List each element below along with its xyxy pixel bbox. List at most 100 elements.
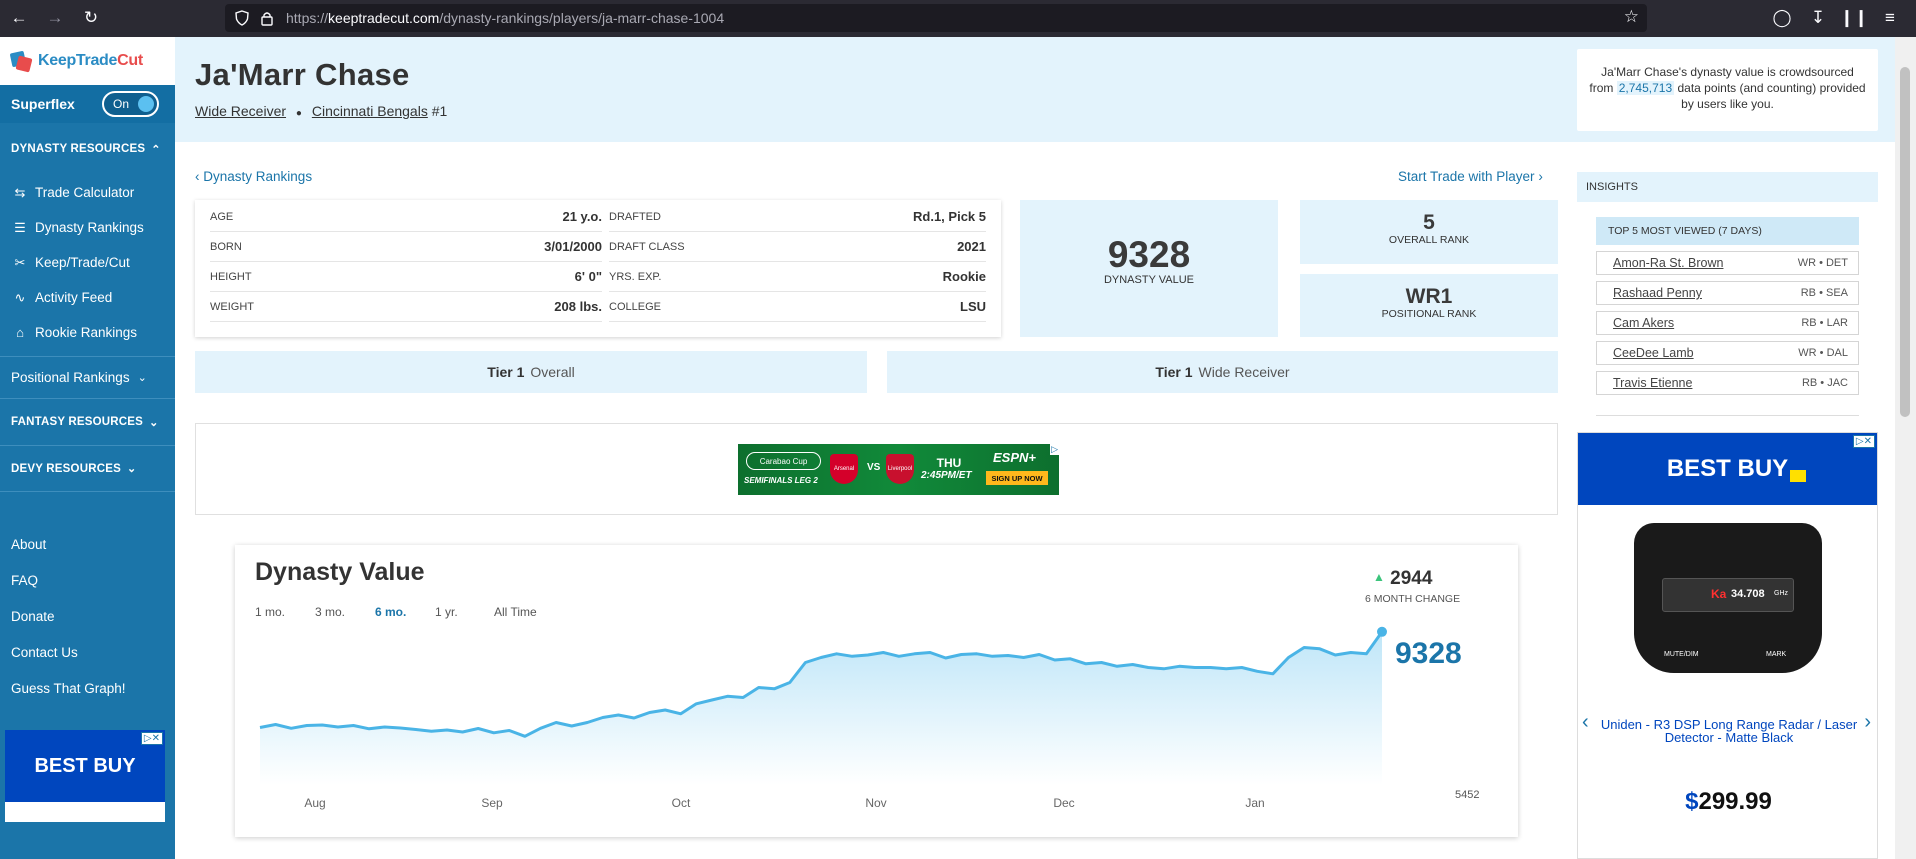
superflex-label: Superflex [11, 96, 75, 112]
info-row-born: BORN 3/01/2000 [210, 232, 602, 262]
start-trade-link[interactable]: Start Trade with Player › [1398, 169, 1543, 184]
player-info-card: AGE 21 y.o. BORN 3/01/2000 HEIGHT 6' 0" WEI… [195, 200, 1001, 337]
chevron-left-icon[interactable]: ‹ [1582, 711, 1589, 734]
url-bar[interactable]: https://keeptradecut.com/dynasty-ranking… [225, 4, 1647, 32]
positional-rankings-toggle[interactable]: Positional Rankings ⌄ [0, 357, 175, 398]
top5-item[interactable]: Cam Akers RB • LAR [1596, 311, 1859, 335]
contact-link[interactable]: Contact Us [0, 634, 175, 670]
radar-display-unit: GHz [1774, 590, 1788, 597]
sidebar-item-keep-trade-cut[interactable]: ✂ Keep/Trade/Cut [0, 245, 175, 280]
info-row-drafted: DRAFTED Rd.1, Pick 5 [609, 202, 986, 232]
player-name: Ja'Marr Chase [195, 57, 410, 92]
team-link[interactable]: Cincinnati Bengals [312, 103, 428, 119]
info-row-weight: WEIGHT 208 lbs. [210, 292, 602, 322]
position-link[interactable]: Wide Receiver [195, 103, 286, 119]
chevron-right-icon[interactable]: › [1864, 711, 1871, 734]
chevron-down-icon: ⌄ [137, 372, 147, 384]
chevron-down-icon: ⌄ [126, 463, 137, 475]
current-value-label: 9328 [1395, 637, 1462, 670]
shield-icon [235, 10, 249, 26]
ad-choices-icon[interactable]: ▷✕ [1852, 435, 1875, 448]
trade-link-label: Start Trade with Player [1398, 169, 1535, 184]
chevron-down-icon: ⌄ [149, 416, 159, 429]
pocket-icon[interactable]: ◯ [1772, 8, 1792, 28]
ad-choices-icon[interactable]: ▷✕ [140, 732, 163, 745]
dot-separator: ● [295, 108, 302, 119]
bestbuy-logo-text: BEST BUY [1666, 455, 1789, 482]
info-value: 3/01/2000 [544, 239, 602, 254]
top5-item[interactable]: Travis Etienne RB • JAC [1596, 371, 1859, 395]
value-chart[interactable]: Aug Sep Oct Nov Dec Jan [235, 545, 1518, 837]
forward-icon[interactable]: → [45, 8, 65, 28]
bestbuy-side-ad[interactable]: BEST BUY ▷✕ Ka 34.708 GHz MUTE/DIM MARK … [1577, 432, 1878, 859]
right-sidebar: INSIGHTS TOP 5 MOST VIEWED (7 DAYS) Amon… [1577, 172, 1878, 416]
ad-choices-icon[interactable]: ▷ [1050, 444, 1059, 455]
info-value: Rd.1, Pick 5 [913, 209, 986, 224]
top5-item[interactable]: Amon-Ra St. Brown WR • DET [1596, 251, 1859, 275]
top5-item[interactable]: Rashaad Penny RB • SEA [1596, 281, 1859, 305]
radar-mark-label: MARK [1766, 651, 1787, 658]
top5-player-name[interactable]: Cam Akers [1613, 316, 1674, 330]
bestbuy-banner: BEST BUY [1578, 433, 1877, 505]
reload-icon[interactable]: ↻ [81, 8, 101, 28]
section-label: FANTASY RESOURCES [11, 416, 144, 428]
top5-player-name[interactable]: Rashaad Penny [1613, 286, 1702, 300]
position-tier-label: Wide Receiver [1198, 364, 1290, 380]
superflex-toggle[interactable]: On [102, 91, 159, 117]
library-icon[interactable]: ❙❙ [1840, 8, 1869, 28]
info-label: HEIGHT [210, 270, 252, 283]
dynasty-value-label: DYNASTY VALUE [1103, 274, 1195, 286]
downloads-icon[interactable]: ↧ [1808, 8, 1828, 28]
about-link[interactable]: About [0, 526, 175, 562]
carabao-cup-ad[interactable]: Carabao Cup SEMIFINALS LEG 2 Arsenal VS … [738, 444, 1059, 495]
price-value: 299.99 [1698, 788, 1772, 815]
sidebar-item-activity-feed[interactable]: ∿ Activity Feed [0, 280, 175, 315]
price-currency: $ [1685, 788, 1699, 815]
min-value-label: 5452 [1455, 789, 1480, 801]
position-tier-box: Tier 1 Wide Receiver [887, 351, 1558, 393]
site-logo[interactable]: KeepTradeCut [0, 37, 175, 85]
current-value-point [1377, 626, 1387, 637]
ad-time: 2:45PM/ET [921, 470, 972, 481]
divider [1596, 415, 1859, 416]
top5-item[interactable]: CeeDee Lamb WR • DAL [1596, 341, 1859, 365]
back-icon[interactable]: ← [9, 8, 29, 28]
x-axis-tick-label: Sep [481, 796, 503, 810]
arrows-icon: ⇆ [14, 184, 26, 200]
ad-signup-button[interactable]: SIGN UP NOW [986, 471, 1048, 485]
donate-link[interactable]: Donate [0, 598, 175, 634]
sidebar-item-trade-calculator[interactable]: ⇆ Trade Calculator [0, 175, 175, 210]
top5-player-name[interactable]: CeeDee Lamb [1613, 346, 1694, 360]
info-row-age: AGE 21 y.o. [210, 202, 602, 232]
guess-graph-link[interactable]: Guess That Graph! [0, 670, 175, 706]
ad-price: $299.99 [1578, 788, 1879, 816]
top5-player-name[interactable]: Amon-Ra St. Brown [1613, 256, 1723, 270]
positional-rank-label: POSITIONAL RANK [1381, 308, 1477, 320]
faq-link[interactable]: FAQ [0, 562, 175, 598]
dynasty-rankings-back-link[interactable]: ‹ Dynasty Rankings [195, 169, 312, 184]
sidebar-ad[interactable]: BEST BUY ▷✕ [5, 730, 165, 822]
player-subtitle: Wide Receiver ● Cincinnati Bengals #1 [195, 103, 447, 119]
radar-display-value: 34.708 [1731, 588, 1765, 600]
page-scrollbar[interactable] [1895, 37, 1916, 859]
liverpool-crest: Liverpool [886, 454, 914, 484]
info-value: 21 y.o. [562, 209, 602, 224]
logo-text: KeepTradeCut [38, 52, 143, 69]
fantasy-resources-header[interactable]: FANTASY RESOURCES ⌄ [0, 399, 175, 445]
devy-resources-header[interactable]: DEVY RESOURCES ⌄ [0, 446, 175, 491]
sidebar-item-rookie-rankings[interactable]: ⌂ Rookie Rankings [0, 315, 175, 350]
ad-stage: SEMIFINALS LEG 2 [744, 476, 818, 485]
bookmark-star-icon[interactable]: ☆ [1624, 7, 1639, 27]
scrollbar-thumb[interactable] [1900, 67, 1910, 417]
dynasty-value-number: 9328 [1107, 234, 1191, 275]
back-link-label: Dynasty Rankings [203, 169, 313, 184]
dynasty-resources-header[interactable]: DYNASTY RESOURCES ⌃ [0, 123, 175, 175]
sidebar-item-label: Positional Rankings [11, 370, 130, 385]
sidebar-item-dynasty-rankings[interactable]: ☰ Dynasty Rankings [0, 210, 175, 245]
info-value: Rookie [942, 269, 986, 284]
espn-logo: ESPN+ [993, 450, 1036, 465]
top5-player-name[interactable]: Travis Etienne [1613, 376, 1692, 390]
x-axis-tick-label: Dec [1053, 796, 1074, 810]
toggle-knob [138, 96, 154, 112]
menu-icon[interactable]: ≡ [1880, 8, 1900, 28]
